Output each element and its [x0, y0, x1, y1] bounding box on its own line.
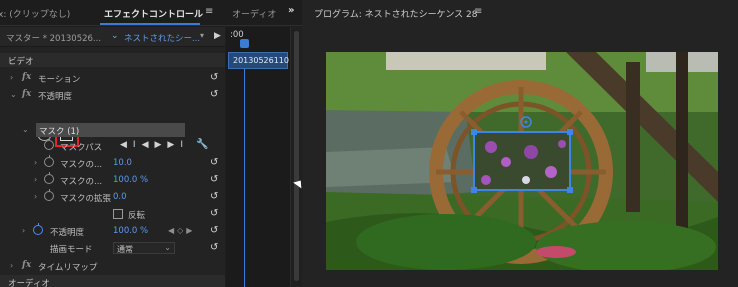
mask-feather-label: マスクの... — [60, 160, 103, 170]
mask-feather-row: › マスクの... 10.0 ↺ — [0, 155, 225, 172]
mask-path-label: マスクパス — [60, 143, 103, 153]
reset-icon[interactable]: ↺ — [210, 157, 218, 168]
opacity-property-label: 不透明度 — [50, 228, 85, 238]
timeline-clip-bar[interactable]: 20130526110 — [228, 52, 289, 69]
tab-effect-controls[interactable]: エフェクトコントロール — [104, 7, 203, 20]
master-clip-label[interactable]: マスター * 20130526... — [6, 32, 101, 44]
reset-icon[interactable]: ↺ — [210, 72, 218, 83]
mask-expansion-row: › マスクの拡張 0.0 ↺ — [0, 189, 225, 206]
playhead-handle[interactable] — [240, 39, 249, 48]
effect-row-time-remap[interactable]: › fx タイムリマップ — [0, 258, 225, 275]
mask-opacity-row: › マスクの... 100.0 % ↺ — [0, 172, 225, 189]
inverted-label: 反転 — [128, 211, 146, 221]
fx-badge-icon[interactable]: fx — [22, 89, 31, 99]
mask-opacity-label: マスクの... — [60, 177, 103, 187]
effect-row-opacity[interactable]: ⌄ fx 不透明度 ↺ — [0, 87, 225, 104]
effect-controls-panel: x: (クリップなし) エフェクトコントロール ≡ オーディオ » マスター *… — [0, 0, 302, 287]
tab-source[interactable]: x: (クリップなし) — [0, 7, 70, 20]
inverted-checkbox[interactable] — [113, 209, 123, 219]
master-clip-row: マスター * 20130526... ⌄ ネストされたシー... ▾ ▶ — [0, 27, 225, 47]
wrench-icon[interactable]: 🔧 — [196, 139, 208, 150]
effect-controls-timeline[interactable]: :00 20130526110 — [226, 27, 290, 287]
fx-badge-icon[interactable]: fx — [22, 260, 31, 270]
stopwatch-icon[interactable] — [44, 138, 54, 150]
panel-menu-icon[interactable]: ≡ — [205, 6, 213, 17]
video-section-label: ビデオ — [8, 57, 34, 67]
mask-name-bar[interactable]: マスク (1) — [36, 123, 185, 137]
opacity-property-row: › 不透明度 100.0 % ◀◇▶ ↺ — [0, 223, 225, 240]
reset-icon[interactable]: ↺ — [210, 225, 218, 236]
program-video-frame[interactable] — [326, 52, 718, 270]
collapse-caret-icon[interactable]: ⌄ — [10, 90, 17, 99]
playhead-line — [244, 69, 245, 287]
scrollbar-thumb[interactable] — [294, 31, 299, 281]
blend-mode-select[interactable]: 通常 ⌄ — [113, 242, 175, 254]
mask-feather-value[interactable]: 10.0 — [113, 158, 132, 168]
reset-icon[interactable]: ↺ — [210, 174, 218, 185]
time-remap-label: タイムリマップ — [38, 263, 98, 273]
expand-caret-icon[interactable]: › — [10, 261, 13, 270]
blend-mode-value: 通常 — [117, 245, 133, 254]
mask-path-row: マスクパス ◀I◀▶▶I 🔧 — [0, 138, 225, 155]
audio-section-header: オーディオ — [0, 275, 225, 287]
mask-name-label: マスク (1) — [39, 127, 80, 137]
effect-properties-column: マスター * 20130526... ⌄ ネストされたシー... ▾ ▶ ビデオ… — [0, 27, 225, 287]
video-scene-image — [326, 52, 718, 270]
stopwatch-icon[interactable] — [44, 172, 54, 184]
blend-mode-label: 描画モード — [50, 245, 93, 255]
sequence-clip-label[interactable]: ネストされたシー... — [124, 32, 200, 44]
chevron-down-icon: ⌄ — [164, 243, 171, 252]
tab-overflow-icon[interactable]: » — [288, 5, 294, 16]
mask-inverted-row: 反転 ↺ — [0, 206, 225, 223]
program-monitor-title[interactable]: プログラム: ネストされたシーケンス 28 — [314, 7, 478, 20]
audio-section-label: オーディオ — [8, 279, 50, 287]
program-monitor-panel: プログラム: ネストされたシーケンス 28 ≡ — [303, 0, 738, 287]
expand-caret-icon[interactable]: › — [22, 226, 25, 235]
reset-icon[interactable]: ↺ — [210, 208, 218, 219]
chevron-down-icon[interactable]: ⌄ — [111, 31, 119, 41]
mask-opacity-value[interactable]: 100.0 % — [113, 175, 148, 185]
stopwatch-icon[interactable] — [33, 223, 43, 235]
expand-caret-icon[interactable]: › — [34, 175, 37, 184]
fx-badge-icon[interactable]: fx — [22, 72, 31, 82]
opacity-effect-label: 不透明度 — [38, 92, 73, 102]
video-section-header: ビデオ — [0, 53, 225, 67]
opacity-property-value[interactable]: 100.0 % — [113, 226, 148, 236]
stopwatch-icon[interactable] — [44, 155, 54, 167]
reset-icon[interactable]: ↺ — [210, 242, 218, 253]
mask-path-tracking-controls[interactable]: ◀I◀▶▶I — [120, 140, 189, 150]
mask-expansion-value[interactable]: 0.0 — [113, 192, 127, 202]
expand-caret-icon[interactable]: › — [34, 192, 37, 201]
collapse-caret-icon[interactable]: ⌄ — [22, 125, 29, 134]
reset-icon[interactable]: ↺ — [210, 89, 218, 100]
mask-expansion-label: マスクの拡張 — [60, 194, 112, 204]
panel-menu-icon[interactable]: ≡ — [474, 6, 482, 17]
timeline-clip-label: 20130526110 — [233, 56, 289, 65]
expand-caret-icon[interactable]: › — [10, 73, 13, 82]
stopwatch-icon[interactable] — [44, 189, 54, 201]
reset-icon[interactable]: ↺ — [210, 191, 218, 202]
effect-row-motion[interactable]: › fx モーション ↺ — [0, 70, 225, 87]
dropdown-arrow-icon[interactable]: ▾ — [200, 31, 204, 40]
tab-audio[interactable]: オーディオ — [232, 7, 276, 20]
active-tab-indicator — [100, 23, 200, 25]
panel-tab-bar: x: (クリップなし) エフェクトコントロール ≡ オーディオ » — [0, 0, 302, 26]
keyframe-navigator[interactable]: ◀◇▶ — [168, 226, 195, 235]
blend-mode-row: 描画モード 通常 ⌄ ↺ — [0, 240, 225, 257]
play-only-clip-audio-icon[interactable]: ▶ — [214, 31, 221, 41]
expand-caret-icon[interactable]: › — [34, 158, 37, 167]
motion-label: モーション — [38, 75, 81, 85]
vertical-scrollbar[interactable] — [290, 27, 302, 287]
